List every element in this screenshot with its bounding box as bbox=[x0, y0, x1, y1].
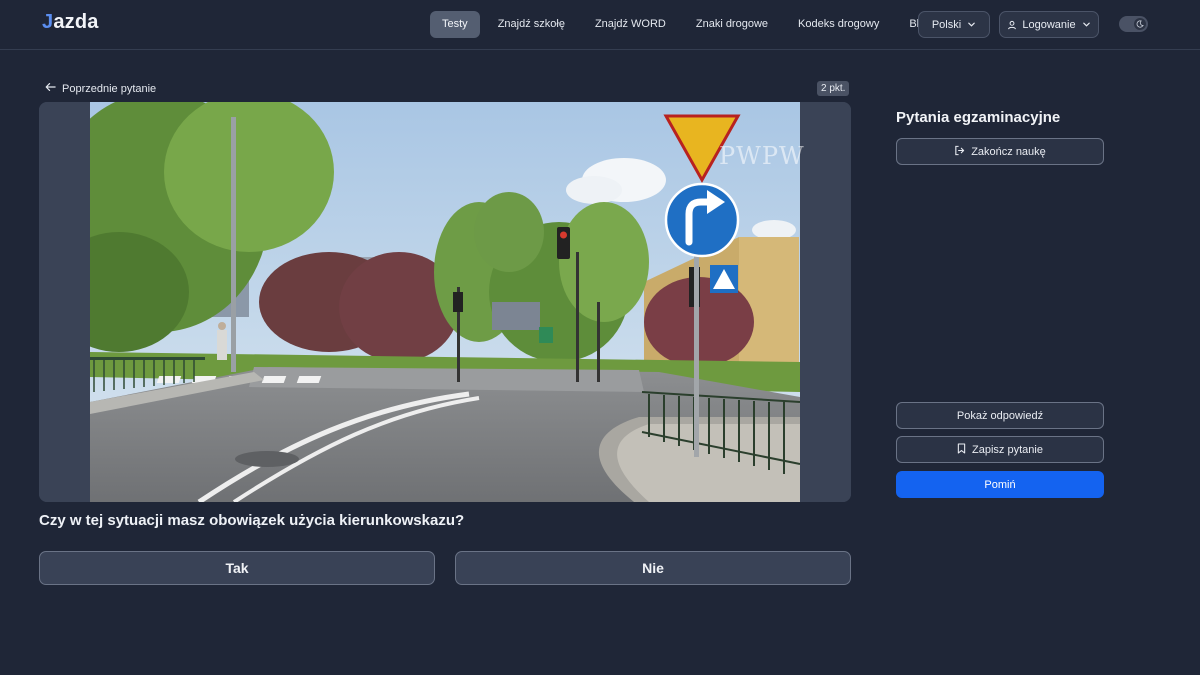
nav-item-find-school[interactable]: Znajdź szkołę bbox=[486, 11, 577, 38]
logo-mark: J bbox=[42, 11, 54, 33]
nav-item-road-signs[interactable]: Znaki drogowe bbox=[684, 11, 780, 38]
question-media: PWPW bbox=[39, 102, 851, 502]
skip-label: Pomiń bbox=[984, 478, 1016, 491]
user-icon bbox=[1007, 20, 1017, 30]
chevron-down-icon bbox=[1082, 20, 1091, 29]
logo-text: azda bbox=[53, 11, 99, 33]
end-learning-button[interactable]: Zakończ naukę bbox=[896, 138, 1104, 165]
save-question-label: Zapisz pytanie bbox=[972, 443, 1043, 456]
nav-item-road-code[interactable]: Kodeks drogowy bbox=[786, 11, 891, 38]
show-answer-button[interactable]: Pokaż odpowiedź bbox=[896, 402, 1104, 429]
theme-toggle[interactable] bbox=[1119, 16, 1148, 32]
chevron-down-icon bbox=[967, 20, 976, 29]
sidebar-title: Pytania egzaminacyjne bbox=[896, 109, 1061, 126]
logo[interactable]: Jazda bbox=[42, 11, 99, 34]
answer-yes-button[interactable]: Tak bbox=[39, 551, 435, 585]
previous-question-link[interactable]: Poprzednie pytanie bbox=[45, 82, 156, 95]
bookmark-icon bbox=[957, 442, 972, 457]
question-text: Czy w tej sytuacji masz obowiązek użycia… bbox=[39, 512, 465, 529]
points-badge: 2 pkt. bbox=[817, 81, 850, 96]
end-learning-label: Zakończ naukę bbox=[971, 145, 1046, 158]
top-header: Jazda Testy Znajdź szkołę Znajdź WORD Zn… bbox=[0, 0, 1200, 50]
language-select[interactable]: Polski bbox=[918, 11, 990, 38]
save-question-button[interactable]: Zapisz pytanie bbox=[896, 436, 1104, 463]
logout-icon bbox=[954, 145, 971, 159]
nav-item-testy[interactable]: Testy bbox=[430, 11, 480, 38]
show-answer-label: Pokaż odpowiedź bbox=[956, 409, 1044, 422]
main-nav: Testy Znajdź szkołę Znajdź WORD Znaki dr… bbox=[430, 11, 949, 38]
skip-button[interactable]: Pomiń bbox=[896, 471, 1104, 498]
arrow-left-icon bbox=[45, 82, 62, 95]
previous-question-label: Poprzednie pytanie bbox=[62, 82, 157, 95]
login-button[interactable]: Logowanie bbox=[999, 11, 1099, 38]
login-label: Logowanie bbox=[1022, 18, 1076, 31]
moon-icon bbox=[1134, 18, 1146, 30]
nav-item-find-word[interactable]: Znajdź WORD bbox=[583, 11, 678, 38]
watermark-label: PWPW bbox=[719, 142, 805, 170]
language-label: Polski bbox=[931, 18, 962, 31]
answer-no-button[interactable]: Nie bbox=[455, 551, 851, 585]
